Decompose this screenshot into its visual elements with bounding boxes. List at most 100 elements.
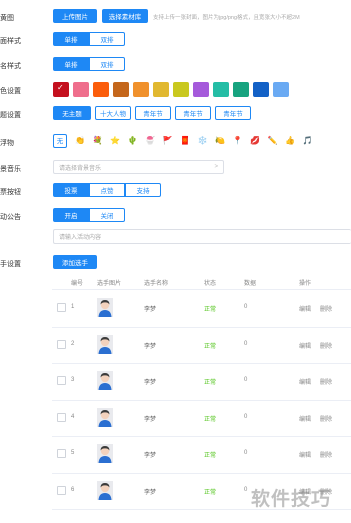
theme-option-youth-1[interactable]: 青年节	[135, 106, 171, 120]
notice-row: 动公告 开启 关闭	[0, 208, 351, 224]
gift-label: 浮物	[0, 140, 14, 147]
upload-image-button[interactable]: 上传图片	[53, 9, 97, 23]
avatar	[97, 371, 113, 391]
check-icon: ✓	[57, 83, 64, 92]
theme-option-youth-3[interactable]: 青年节	[215, 106, 251, 120]
edit-link[interactable]: 编辑	[299, 450, 311, 459]
player-data: 0	[244, 486, 248, 493]
player-id: 3	[71, 377, 75, 384]
gift-option-icon[interactable]: ⭐	[108, 134, 122, 148]
player-name: 李梦	[144, 416, 157, 423]
column-header-name: 选手名称	[144, 281, 169, 287]
color-swatch[interactable]: ✓	[53, 82, 69, 97]
theme-option-youth-2[interactable]: 青年节	[175, 106, 211, 120]
player-id: 1	[71, 304, 75, 311]
name-style-label: 名样式	[0, 63, 21, 70]
gift-option-icon[interactable]: 💐	[91, 134, 105, 148]
status-badge: 正常	[204, 489, 217, 496]
player-id: 2	[71, 340, 75, 347]
cover-row: 黄图 上传图片 选择素材库 支持上传一张封面，图片为jpg/png格式，且宽张大…	[0, 9, 351, 25]
row-divider	[52, 326, 351, 328]
music-label: 景音乐	[0, 166, 21, 173]
edit-link[interactable]: 编辑	[299, 414, 311, 423]
color-swatch[interactable]	[233, 82, 249, 97]
color-swatch[interactable]	[193, 82, 209, 97]
gift-option-icon[interactable]: 🍧	[143, 134, 157, 148]
name-style-row: 名样式 单排 双排	[0, 57, 351, 73]
player-data: 0	[244, 377, 248, 384]
vote-option-support[interactable]: 支持	[125, 183, 161, 197]
player-name: 李梦	[144, 453, 157, 460]
vote-option-vote[interactable]: 投票	[53, 183, 89, 197]
layout-label: 面样式	[0, 38, 21, 45]
edit-link[interactable]: 编辑	[299, 304, 311, 313]
color-swatch[interactable]	[173, 82, 189, 97]
color-swatch[interactable]	[153, 82, 169, 97]
color-swatch[interactable]	[93, 82, 109, 97]
delete-link[interactable]: 删除	[320, 450, 332, 459]
notice-option-on[interactable]: 开启	[53, 208, 89, 222]
gift-option-none[interactable]: 无	[53, 134, 67, 148]
color-swatch[interactable]	[113, 82, 129, 97]
music-row: 景音乐 请选择背景音乐 >	[0, 160, 351, 176]
theme-option-top-ten[interactable]: 十大人物	[95, 106, 131, 120]
status-badge: 正常	[204, 307, 217, 314]
layout-option-single[interactable]: 单排	[53, 32, 89, 46]
gift-option-icon[interactable]: ✏️	[266, 134, 280, 148]
name-style-option-single[interactable]: 单排	[53, 57, 89, 71]
theme-option-none[interactable]: 无主题	[53, 106, 91, 120]
delete-link[interactable]: 删除	[320, 341, 332, 350]
color-swatch[interactable]	[213, 82, 229, 97]
avatar	[97, 407, 113, 427]
gift-option-icon[interactable]: 🧧	[178, 134, 192, 148]
color-swatch[interactable]	[253, 82, 269, 97]
delete-link[interactable]: 删除	[320, 414, 332, 423]
row-checkbox[interactable]	[57, 449, 66, 459]
player-name: 李梦	[144, 343, 157, 350]
table-header-divider	[52, 289, 351, 290]
players-label: 手设置	[0, 261, 21, 268]
gift-option-icon[interactable]: ❄️	[196, 134, 210, 148]
gift-option-icon[interactable]: 🚩	[161, 134, 175, 148]
player-id: 5	[71, 450, 75, 457]
notice-content-placeholder: 请输入活动内容	[59, 235, 102, 241]
layout-row: 面样式 单排 双排	[0, 32, 351, 48]
vote-button-label: 票按钮	[0, 189, 21, 196]
name-style-option-double[interactable]: 双排	[89, 57, 125, 71]
notice-label: 动公告	[0, 214, 21, 221]
gift-option-icon[interactable]: 💋	[248, 134, 262, 148]
edit-link[interactable]: 编辑	[299, 341, 311, 350]
edit-link[interactable]: 编辑	[299, 377, 311, 386]
row-checkbox[interactable]	[57, 376, 66, 386]
color-swatch[interactable]	[73, 82, 89, 97]
status-badge: 正常	[204, 416, 217, 423]
music-select[interactable]: 请选择背景音乐 >	[53, 160, 224, 174]
notice-option-off[interactable]: 关闭	[89, 208, 125, 222]
gift-option-icon[interactable]: 🌵	[126, 134, 140, 148]
cover-label: 黄图	[0, 15, 14, 22]
delete-link[interactable]: 删除	[320, 377, 332, 386]
column-header-photo: 选手图片	[97, 281, 122, 287]
player-name: 李梦	[144, 380, 157, 387]
color-swatch[interactable]	[273, 82, 289, 97]
row-checkbox[interactable]	[57, 485, 66, 495]
gift-option-icon[interactable]: 🎵	[301, 134, 315, 148]
row-checkbox[interactable]	[57, 339, 66, 349]
player-data: 0	[244, 450, 248, 457]
delete-link[interactable]: 删除	[320, 304, 332, 313]
gift-option-icon[interactable]: 🍋	[213, 134, 227, 148]
avatar	[97, 298, 113, 318]
layout-option-double[interactable]: 双排	[89, 32, 125, 46]
gift-option-icon[interactable]: 👏	[73, 134, 87, 148]
select-library-button[interactable]: 选择素材库	[102, 9, 148, 23]
gift-option-icon[interactable]: 📍	[231, 134, 245, 148]
add-player-button[interactable]: 添加选手	[53, 255, 97, 269]
notice-content-input[interactable]: 请输入活动内容	[53, 229, 351, 244]
vote-option-like[interactable]: 点赞	[89, 183, 125, 197]
gift-option-icon[interactable]: 👍	[283, 134, 297, 148]
row-checkbox[interactable]	[57, 303, 66, 313]
player-data: 0	[244, 340, 248, 347]
row-checkbox[interactable]	[57, 412, 66, 422]
color-swatch[interactable]	[133, 82, 149, 97]
player-data: 0	[244, 413, 248, 420]
